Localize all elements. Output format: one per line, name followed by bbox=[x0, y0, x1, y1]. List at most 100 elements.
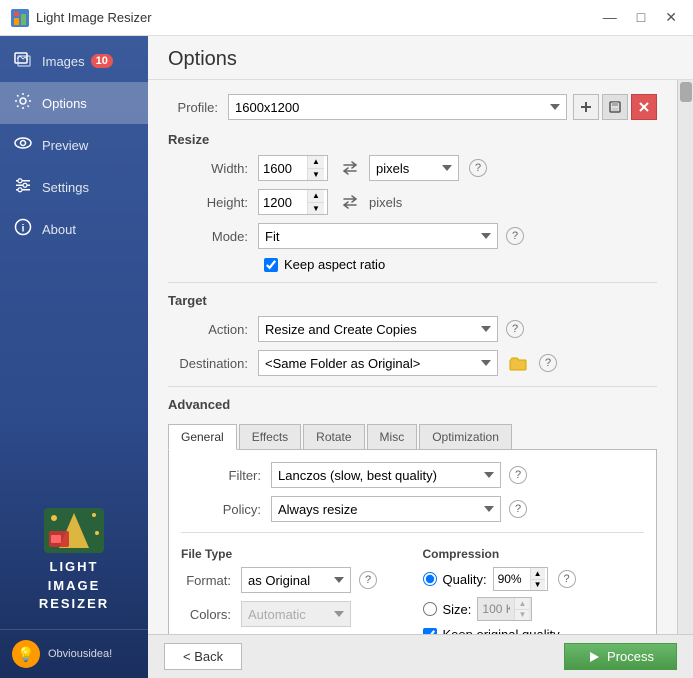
file-type-col: File Type Format: as Original JPEG PNG bbox=[181, 543, 403, 634]
destination-input-group: <Same Folder as Original> Custom Folder … bbox=[258, 350, 557, 376]
filter-select[interactable]: Lanczos (slow, best quality) Bilinear (f… bbox=[271, 462, 501, 488]
compression-label: Compression bbox=[423, 547, 645, 561]
profile-save-button[interactable] bbox=[602, 94, 628, 120]
quality-down[interactable]: ▼ bbox=[531, 579, 545, 590]
sidebar-label-preview: Preview bbox=[42, 138, 88, 153]
process-label: Process bbox=[607, 649, 654, 664]
sidebar: Images 10 Options bbox=[0, 36, 148, 678]
tab-misc[interactable]: Misc bbox=[367, 424, 418, 449]
minimize-button[interactable]: — bbox=[597, 7, 623, 28]
size-radio-label: Size: bbox=[443, 602, 472, 617]
height-swap-button[interactable] bbox=[337, 189, 363, 215]
width-help-icon[interactable]: ? bbox=[469, 159, 487, 177]
sidebar-item-about[interactable]: i About bbox=[0, 208, 148, 250]
profile-label: Profile: bbox=[168, 100, 228, 115]
sidebar-item-preview[interactable]: Preview bbox=[0, 124, 148, 166]
height-row: Height: 1200 ▲ ▼ bbox=[168, 189, 657, 215]
format-help-icon[interactable]: ? bbox=[359, 571, 377, 589]
quality-radio[interactable] bbox=[423, 572, 437, 586]
quality-help-icon[interactable]: ? bbox=[558, 570, 576, 588]
height-input[interactable]: 1200 bbox=[259, 190, 307, 214]
height-down[interactable]: ▼ bbox=[308, 202, 324, 214]
quality-up[interactable]: ▲ bbox=[531, 568, 545, 579]
policy-select[interactable]: Always resize Resize if larger Resize if… bbox=[271, 496, 501, 522]
mode-help-icon[interactable]: ? bbox=[506, 227, 524, 245]
advanced-divider bbox=[168, 386, 657, 387]
format-label: Format: bbox=[181, 573, 241, 588]
width-unit-select[interactable]: pixelspercentinchescm bbox=[369, 155, 459, 181]
quality-radio-row: Quality: ▲ ▼ ? bbox=[423, 567, 645, 591]
filetype-compression-row: File Type Format: as Original JPEG PNG bbox=[181, 543, 644, 634]
close-button[interactable]: ✕ bbox=[659, 7, 683, 28]
colors-select: Automatic RGB Grayscale bbox=[241, 601, 351, 627]
height-up[interactable]: ▲ bbox=[308, 190, 324, 202]
back-button[interactable]: < Back bbox=[164, 643, 242, 670]
keep-aspect-checkbox[interactable] bbox=[264, 258, 278, 272]
profile-delete-button[interactable] bbox=[631, 94, 657, 120]
brand-text: Obviousidea! bbox=[48, 648, 112, 660]
destination-browse-button[interactable] bbox=[505, 350, 531, 376]
play-icon bbox=[587, 650, 601, 664]
width-swap-button[interactable] bbox=[337, 155, 363, 181]
width-input[interactable]: 1600 bbox=[259, 156, 307, 180]
width-row: Width: 1600 ▲ ▼ bbox=[168, 155, 657, 181]
preview-icon bbox=[12, 134, 34, 156]
tab-optimization[interactable]: Optimization bbox=[419, 424, 512, 449]
process-button[interactable]: Process bbox=[564, 643, 677, 670]
height-spinbtns: ▲ ▼ bbox=[307, 190, 324, 214]
resize-section-label: Resize bbox=[168, 132, 657, 147]
size-down: ▼ bbox=[515, 609, 529, 620]
sidebar-item-settings[interactable]: Settings bbox=[0, 166, 148, 208]
logo-image bbox=[39, 503, 109, 558]
scrollbar[interactable] bbox=[677, 80, 693, 634]
height-label: Height: bbox=[168, 195, 258, 210]
tabs-header: General Effects Rotate Misc Optimization bbox=[168, 424, 657, 450]
destination-row: Destination: <Same Folder as Original> C… bbox=[168, 350, 657, 376]
format-select[interactable]: as Original JPEG PNG bbox=[241, 567, 351, 593]
format-input-group: as Original JPEG PNG ? bbox=[241, 567, 377, 593]
colors-row: Colors: Automatic RGB Grayscale bbox=[181, 601, 403, 627]
advanced-section: General Effects Rotate Misc Optimization… bbox=[168, 424, 657, 634]
width-up[interactable]: ▲ bbox=[308, 156, 324, 168]
options-icon bbox=[12, 92, 34, 114]
filter-row: Filter: Lanczos (slow, best quality) Bil… bbox=[181, 462, 644, 488]
action-help-icon[interactable]: ? bbox=[506, 320, 524, 338]
width-down[interactable]: ▼ bbox=[308, 168, 324, 180]
images-icon bbox=[12, 50, 34, 72]
sidebar-nav: Images 10 Options bbox=[0, 36, 148, 487]
sidebar-item-options[interactable]: Options bbox=[0, 82, 148, 124]
filter-help-icon[interactable]: ? bbox=[509, 466, 527, 484]
sidebar-label-about: About bbox=[42, 222, 76, 237]
quality-spinner: ▲ ▼ bbox=[493, 567, 548, 591]
size-input bbox=[478, 598, 514, 620]
policy-row: Policy: Always resize Resize if larger R… bbox=[181, 496, 644, 522]
mode-select[interactable]: FitFillStretchReduce Only bbox=[258, 223, 498, 249]
size-up: ▲ bbox=[515, 598, 529, 609]
tab-rotate[interactable]: Rotate bbox=[303, 424, 364, 449]
main-layout: Images 10 Options bbox=[0, 36, 693, 678]
sidebar-item-images[interactable]: Images 10 bbox=[0, 40, 148, 82]
size-radio[interactable] bbox=[423, 602, 437, 616]
sidebar-logo: LIGHTIMAGERESIZER bbox=[0, 487, 148, 629]
quality-radio-label: Quality: bbox=[443, 572, 487, 587]
filetype-divider bbox=[181, 532, 644, 533]
quality-input[interactable] bbox=[494, 568, 530, 590]
profile-new-button[interactable] bbox=[573, 94, 599, 120]
sidebar-label-settings: Settings bbox=[42, 180, 89, 195]
profile-select[interactable]: 1600x1200 1024x768 800x600 bbox=[228, 94, 567, 120]
scrollbar-thumb[interactable] bbox=[680, 82, 692, 102]
title-bar: Light Image Resizer — □ ✕ bbox=[0, 0, 693, 36]
quality-spinbtns: ▲ ▼ bbox=[530, 568, 545, 590]
maximize-button[interactable]: □ bbox=[631, 7, 651, 28]
action-select[interactable]: Resize and Create Copies Resize in Place… bbox=[258, 316, 498, 342]
images-badge: 10 bbox=[91, 54, 113, 68]
filter-label: Filter: bbox=[181, 468, 271, 483]
height-unit-label: pixels bbox=[369, 195, 402, 210]
destination-select[interactable]: <Same Folder as Original> Custom Folder bbox=[258, 350, 498, 376]
tab-effects[interactable]: Effects bbox=[239, 424, 301, 449]
policy-help-icon[interactable]: ? bbox=[509, 500, 527, 518]
destination-help-icon[interactable]: ? bbox=[539, 354, 557, 372]
keep-aspect-label: Keep aspect ratio bbox=[284, 257, 385, 272]
policy-label: Policy: bbox=[181, 502, 271, 517]
tab-general[interactable]: General bbox=[168, 424, 237, 450]
